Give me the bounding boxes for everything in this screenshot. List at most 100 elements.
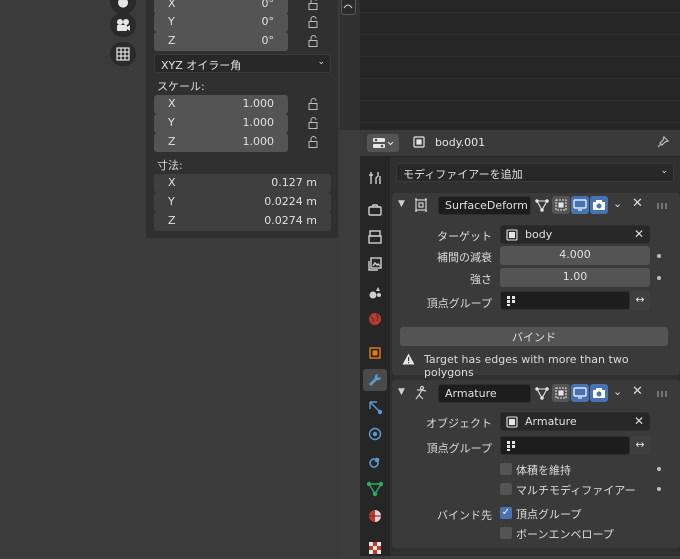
lock-rotation-x-icon[interactable]: [308, 0, 320, 10]
keyframe-dot-icon[interactable]: [657, 254, 661, 258]
chevron-down-icon[interactable]: ⌄: [613, 197, 622, 210]
bind-vertex-groups-label: 頂点グループ: [516, 508, 582, 521]
tab-object[interactable]: [363, 342, 387, 364]
target-field[interactable]: body ✕: [500, 225, 650, 244]
keyframe-dot-icon[interactable]: [657, 487, 661, 491]
chevron-down-icon: ⌄: [317, 57, 325, 67]
lock-rotation-y-icon[interactable]: [308, 16, 320, 28]
bind-bone-envelopes-label: ボーンエンベロープ: [516, 528, 614, 541]
armature-vertex-group-field[interactable]: [500, 436, 630, 455]
grid-icon[interactable]: [110, 42, 136, 66]
scale-y-label: Y: [168, 116, 175, 129]
render-toggle-icon[interactable]: [590, 196, 608, 214]
rotation-y-value: 0°: [261, 15, 275, 28]
scale-z-label: Z: [168, 135, 176, 148]
clear-object-icon[interactable]: ✕: [634, 414, 644, 428]
timeline-editor[interactable]: [340, 0, 680, 130]
falloff-field[interactable]: 4.000: [500, 246, 650, 265]
drag-handle-icon[interactable]: [657, 391, 669, 397]
channel-row: [360, 34, 680, 35]
scale-y-field[interactable]: Y 1.000: [154, 114, 288, 133]
tab-scene[interactable]: [363, 281, 387, 303]
multi-modifier-checkbox[interactable]: [500, 483, 512, 495]
strength-value: 1.00: [562, 270, 588, 283]
chevron-down-icon[interactable]: ⌄: [613, 385, 622, 398]
armature-object-value: Armature: [525, 415, 577, 428]
rotation-x-field[interactable]: X 0°: [154, 0, 288, 14]
edit-mode-toggle-icon[interactable]: [533, 196, 551, 214]
dimension-z-field[interactable]: Z 0.0274 m: [154, 212, 331, 231]
scale-z-field[interactable]: Z 1.000: [154, 133, 288, 152]
armature-name-field[interactable]: Armature: [438, 384, 531, 403]
lock-scale-z-icon[interactable]: [308, 136, 320, 148]
strength-field[interactable]: 1.00: [500, 268, 650, 287]
warning-icon: [402, 353, 415, 365]
drag-handle-icon[interactable]: [657, 203, 669, 209]
tab-render[interactable]: [363, 199, 387, 221]
tab-particles[interactable]: [363, 396, 387, 418]
viewport-display-icon[interactable]: [571, 384, 589, 402]
tab-world[interactable]: [363, 308, 387, 330]
close-icon[interactable]: ✕: [632, 196, 643, 211]
vertex-group-field[interactable]: [500, 291, 630, 310]
object-name: body.001: [435, 136, 486, 149]
bind-vertex-groups-checkbox[interactable]: ✓: [500, 507, 512, 519]
armature-object-field[interactable]: Armature ✕: [500, 412, 650, 431]
close-icon[interactable]: ✕: [632, 384, 643, 399]
lock-scale-y-icon[interactable]: [308, 117, 320, 129]
keyframe-dot-icon[interactable]: [657, 467, 661, 471]
bind-bone-envelopes-checkbox[interactable]: [500, 527, 512, 539]
keyframe-dot-icon[interactable]: [657, 276, 661, 280]
tab-material[interactable]: [363, 505, 387, 527]
dimension-x-field[interactable]: X 0.127 m: [154, 174, 331, 193]
dimension-y-label: Y: [168, 195, 175, 208]
lock-rotation-z-icon[interactable]: [308, 35, 320, 47]
object-label: オブジェクト: [426, 417, 492, 430]
swap-arrows-icon: ↔: [635, 293, 645, 306]
tab-constraints[interactable]: [363, 451, 387, 473]
tab-physics[interactable]: [363, 423, 387, 445]
tab-tool[interactable]: [363, 167, 387, 189]
surface-deform-icon: [414, 198, 428, 212]
invert-vertex-group-button[interactable]: ↔: [630, 436, 650, 455]
tab-output[interactable]: [363, 226, 387, 248]
object-data-icon: [412, 135, 426, 149]
preserve-volume-checkbox[interactable]: [500, 463, 512, 475]
viewport-display-icon[interactable]: [571, 196, 589, 214]
rotation-mode-select[interactable]: XYZ オイラー角 ⌄: [154, 54, 331, 73]
channel-row: [360, 100, 680, 101]
edit-mode-toggle-icon[interactable]: [533, 384, 551, 402]
vertex-group-icon: [506, 295, 518, 307]
dimension-y-value: 0.0224 m: [264, 195, 317, 208]
editor-type-button[interactable]: [367, 134, 399, 152]
dimension-x-value: 0.127 m: [271, 176, 317, 189]
tab-object-data[interactable]: [363, 478, 387, 500]
add-modifier-button[interactable]: モディファイアーを追加 ⌄: [396, 163, 674, 182]
bind-to-label: バインド先: [437, 509, 492, 522]
collapse-arrow-icon[interactable]: ▼: [398, 387, 405, 397]
properties-header: [360, 130, 680, 157]
rotation-x-label: X: [168, 0, 176, 10]
collapse-arrow-icon[interactable]: ▼: [398, 199, 405, 209]
camera-icon[interactable]: [110, 13, 136, 37]
channel-row: [360, 56, 680, 57]
pin-icon[interactable]: [656, 135, 670, 149]
tab-view-layer[interactable]: [363, 253, 387, 275]
scale-x-value: 1.000: [242, 97, 275, 110]
channel-row: [360, 122, 680, 123]
scale-x-field[interactable]: X 1.000: [154, 95, 288, 114]
rotation-z-field[interactable]: Z 0°: [154, 32, 288, 51]
render-toggle-icon[interactable]: [590, 384, 608, 402]
dimension-y-field[interactable]: Y 0.0224 m: [154, 193, 331, 212]
cage-toggle-icon[interactable]: [552, 196, 570, 214]
lock-scale-x-icon[interactable]: [308, 98, 320, 110]
invert-vertex-group-button[interactable]: ↔: [630, 291, 650, 310]
tab-modifiers[interactable]: [363, 369, 387, 391]
clear-target-icon[interactable]: ✕: [634, 227, 644, 241]
rotation-mode-value: XYZ オイラー角: [161, 59, 242, 72]
rotation-y-field[interactable]: Y 0°: [154, 13, 288, 32]
bind-button[interactable]: バインド: [400, 327, 668, 346]
curve-icon[interactable]: [341, 0, 356, 15]
surface-deform-name-field[interactable]: SurfaceDeform: [438, 196, 531, 215]
cage-toggle-icon[interactable]: [552, 384, 570, 402]
